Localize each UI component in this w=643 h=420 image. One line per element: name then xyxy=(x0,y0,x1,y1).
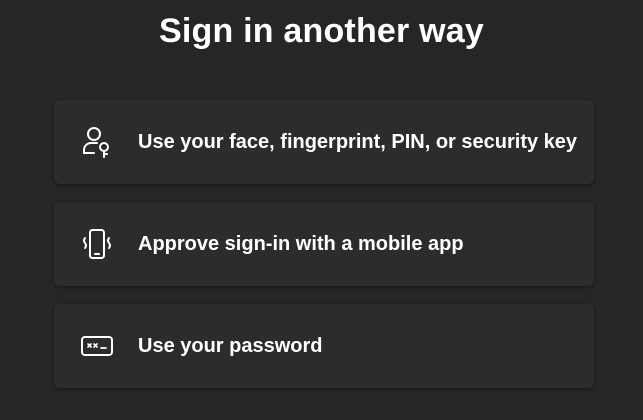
password-icon xyxy=(80,329,114,363)
sign-in-options-page: Sign in another way Use your face, finge… xyxy=(0,0,643,420)
option-label: Approve sign-in with a mobile app xyxy=(138,232,464,255)
option-label: Use your password xyxy=(138,334,323,357)
option-label: Use your face, fingerprint, PIN, or secu… xyxy=(138,130,578,153)
option-password[interactable]: Use your password xyxy=(54,304,594,388)
page-title: Sign in another way xyxy=(159,12,484,50)
option-mobile-app[interactable]: Approve sign-in with a mobile app xyxy=(54,202,594,286)
user-key-icon xyxy=(80,125,114,159)
option-windows-hello[interactable]: Use your face, fingerprint, PIN, or secu… xyxy=(54,100,594,184)
mobile-phone-icon xyxy=(80,227,114,261)
